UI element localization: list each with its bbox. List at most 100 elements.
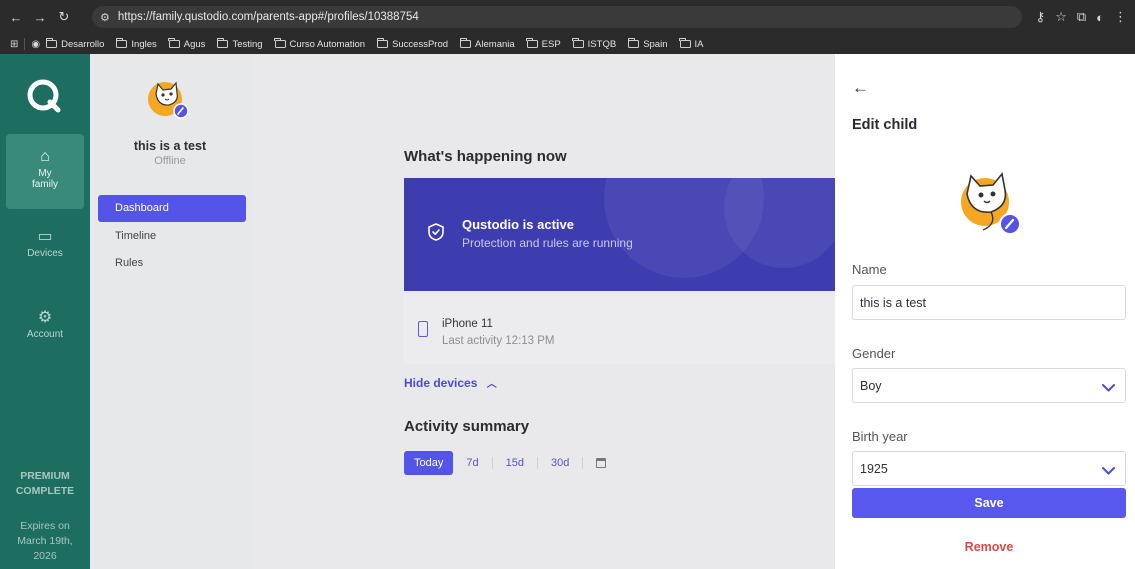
browser-toolbar: ← → ↻ ⚙ https://family.qustodio.com/pare…	[0, 0, 1135, 34]
bookmark-folder[interactable]: Ingles	[116, 38, 157, 50]
plan-name: COMPLETE	[15, 485, 75, 497]
plan-badge: PREMIUM COMPLETE	[0, 469, 90, 499]
extensions-icon[interactable]: ⧉	[1077, 9, 1086, 25]
back-icon[interactable]: ←	[4, 5, 28, 29]
app: ⌂ My family ▭ Devices ⚙ Account PREMIUM …	[0, 54, 1135, 569]
profile-status: Offline	[154, 155, 186, 167]
gender-select[interactable]: Boy	[852, 368, 1126, 403]
devices-icon: ▭	[37, 228, 53, 245]
bookmark-folder[interactable]: IA	[679, 38, 703, 50]
bookmark-folder[interactable]: Desarrollo	[45, 38, 104, 50]
rail-item-label: family	[31, 179, 59, 190]
decorative-bubble	[724, 178, 835, 268]
apps-grid-icon[interactable]: ⊞	[10, 39, 18, 50]
password-key-icon[interactable]: ⚷	[1036, 9, 1046, 25]
rail-item-label: Devices	[27, 248, 63, 259]
chevron-down-icon	[1102, 384, 1115, 392]
gender-label: Gender	[852, 346, 896, 361]
forward-icon[interactable]: →	[28, 5, 52, 29]
back-arrow-icon[interactable]: ←	[852, 78, 869, 98]
birth-year-label: Birth year	[852, 429, 908, 444]
bookmark-star-icon[interactable]: ☆	[1055, 9, 1067, 25]
bookmark-folder[interactable]: Agus	[168, 38, 205, 50]
menu-icon[interactable]: ⋮	[1114, 9, 1127, 25]
birth-year-select[interactable]: 1925	[852, 451, 1126, 486]
status-title: Qustodio is active	[462, 217, 574, 232]
profile-name: this is a test	[133, 139, 207, 153]
avatar	[148, 81, 189, 119]
save-button[interactable]: Save	[852, 488, 1126, 518]
chevron-down-icon	[1102, 467, 1115, 475]
rail-item-label: My	[38, 168, 52, 179]
folder-icon	[526, 38, 538, 48]
url-text: https://family.qustodio.com/parents-app#…	[117, 11, 419, 23]
folder-icon	[217, 38, 229, 48]
remove-button[interactable]: Remove	[852, 540, 1126, 554]
name-label: Name	[852, 262, 887, 277]
bookmark-folder[interactable]: ISTQB	[572, 38, 616, 50]
status-subtitle: Protection and rules are running	[462, 236, 633, 250]
plan-expiry: Expires on March 19th, 2026	[0, 519, 90, 564]
profile-avatar-icon[interactable]: ◐	[1096, 10, 1104, 25]
bookmarks-bar: ⊞ ◉ Desarrollo Ingles Agus Testing Curso…	[0, 34, 1135, 54]
range-30d[interactable]: 30d	[538, 451, 582, 475]
site-settings-icon[interactable]: ⚙	[100, 11, 110, 24]
device-last-activity: Last activity 12:13 PM	[442, 335, 555, 347]
folder-icon	[376, 38, 389, 48]
folder-icon	[116, 38, 128, 48]
plan-name: PREMIUM	[20, 470, 70, 482]
bookmark-folder[interactable]: ESP	[526, 38, 561, 50]
nav-timeline[interactable]: Timeline	[98, 223, 246, 250]
range-divider	[582, 457, 584, 469]
hide-devices-label: Hide devices	[404, 376, 478, 390]
expiry-text: 2026	[33, 550, 57, 562]
reload-icon[interactable]: ↻	[52, 5, 76, 29]
bookmark-folder[interactable]: Testing	[217, 38, 263, 50]
expiry-text: Expires on	[20, 520, 70, 532]
hide-devices-link[interactable]: Hide devices ︿	[404, 375, 497, 390]
profile-sidebar: this is a test Offline Dashboard Timelin…	[90, 54, 250, 569]
dashboard-main: What's happening now Qustodio is active …	[250, 54, 835, 569]
rail-item-account[interactable]: ⚙ Account	[0, 307, 90, 340]
child-avatar[interactable]	[953, 160, 1027, 240]
drawer-title: Edit child	[852, 117, 918, 133]
name-value: this is a test	[860, 295, 926, 310]
gear-icon: ⚙	[37, 309, 53, 326]
device-card[interactable]: iPhone 11 Last activity 12:13 PM	[404, 294, 835, 364]
range-selector: Today 7d 15d 30d	[404, 451, 607, 475]
section-title-activity: Activity summary	[404, 418, 530, 435]
rail-item-devices[interactable]: ▭ Devices	[0, 226, 90, 259]
device-name: iPhone 11	[442, 318, 493, 330]
name-field[interactable]: this is a test	[852, 285, 1126, 320]
range-today[interactable]: Today	[404, 451, 454, 475]
qustodio-logo-icon[interactable]	[24, 76, 64, 116]
nav-dashboard[interactable]: Dashboard	[98, 195, 246, 222]
home-icon: ⌂	[40, 148, 50, 165]
rail-item-my-family[interactable]: ⌂ My family	[6, 134, 84, 209]
calendar-icon[interactable]	[596, 458, 607, 468]
folder-icon	[627, 38, 640, 48]
range-15d[interactable]: 15d	[493, 451, 537, 475]
expiry-text: March 19th,	[17, 535, 73, 547]
gender-value: Boy	[860, 378, 882, 393]
folder-icon	[679, 38, 691, 48]
phone-icon	[418, 321, 428, 337]
bookmark-folder[interactable]: Spain	[627, 38, 668, 50]
nav-rules[interactable]: Rules	[98, 250, 246, 277]
folder-icon	[274, 38, 286, 48]
rail-item-label: Account	[26, 329, 64, 340]
address-bar[interactable]: ⚙ https://family.qustodio.com/parents-ap…	[92, 6, 1022, 28]
range-7d[interactable]: 7d	[453, 451, 491, 475]
folder-icon	[168, 38, 180, 48]
birth-year-value: 1925	[860, 461, 888, 476]
bookmark-folder[interactable]: Curso Automation	[274, 38, 365, 50]
section-title-happening: What's happening now	[404, 148, 567, 165]
bookmark-divider	[24, 38, 26, 50]
folder-icon	[45, 38, 58, 48]
chrome-icon[interactable]: ◉	[31, 39, 40, 50]
folder-icon	[572, 38, 584, 48]
protection-status-card: Qustodio is active Protection and rules …	[404, 178, 835, 291]
shield-icon	[428, 223, 444, 241]
bookmark-folder[interactable]: Alemania	[459, 38, 515, 50]
bookmark-folder[interactable]: SuccessProd	[376, 38, 448, 50]
